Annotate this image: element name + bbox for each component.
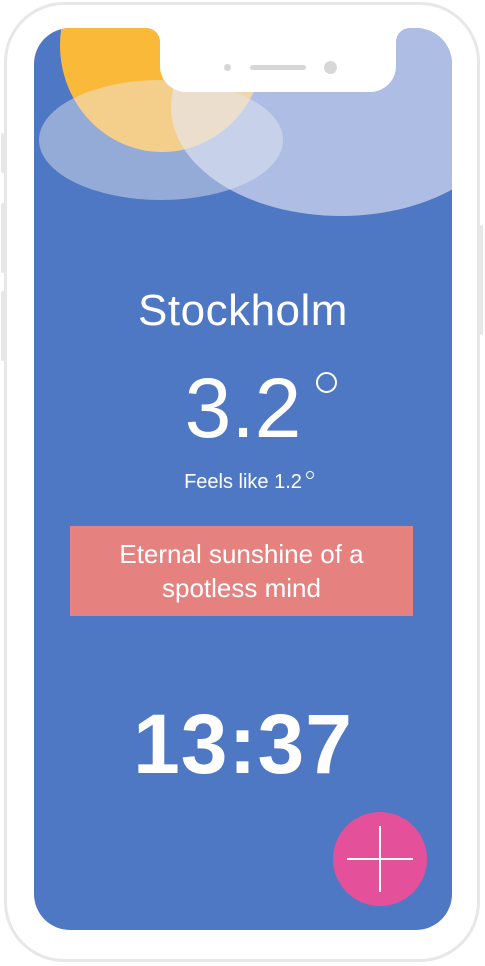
temperature-number: 3.2 bbox=[184, 361, 302, 455]
front-camera bbox=[324, 61, 337, 74]
temperature-value: 3.2 bbox=[185, 366, 338, 450]
quote-card: Eternal sunshine of a spotless mind bbox=[70, 526, 413, 616]
side-button-volume-up bbox=[1, 203, 4, 273]
device-notch bbox=[146, 28, 410, 92]
app-screen: Stockholm 3.2 Feels like 1.2 Eternal sun… bbox=[34, 28, 452, 930]
plus-icon-vertical bbox=[379, 826, 381, 892]
feels-like: Feels like 1.2 bbox=[34, 471, 452, 494]
degree-small-icon bbox=[305, 471, 314, 479]
add-button[interactable] bbox=[333, 812, 427, 906]
feels-like-text: Feels like 1.2 bbox=[184, 471, 302, 493]
temperature-display: 3.2 bbox=[34, 366, 452, 450]
feels-like-wrap: Feels like 1.2 bbox=[184, 471, 314, 494]
city-name: Stockholm bbox=[138, 286, 348, 335]
sensor-dot bbox=[224, 64, 231, 71]
speaker-grille bbox=[250, 65, 306, 70]
clock-time: 13:37 bbox=[133, 697, 353, 791]
side-button-power bbox=[480, 225, 483, 335]
side-button-silent bbox=[1, 133, 4, 173]
side-button-volume-down bbox=[1, 291, 4, 361]
quote-text: Eternal sunshine of a spotless mind bbox=[119, 539, 364, 603]
degree-icon bbox=[316, 372, 338, 393]
